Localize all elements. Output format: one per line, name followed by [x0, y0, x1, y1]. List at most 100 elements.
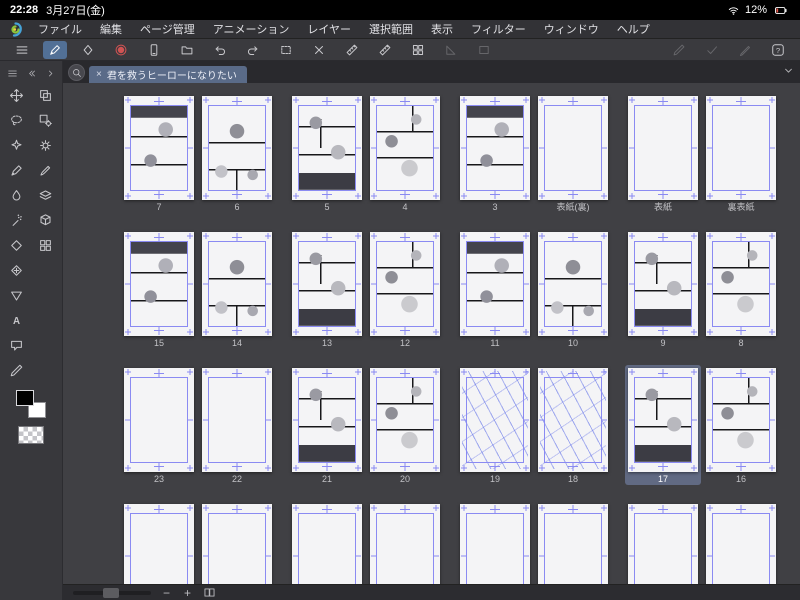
page-thumbnail[interactable]: [124, 368, 194, 472]
page-thumbnail[interactable]: [628, 368, 698, 472]
page-thumbnail[interactable]: [370, 232, 440, 336]
page-thumbnail[interactable]: [460, 232, 530, 336]
quick-access-button[interactable]: [68, 64, 85, 81]
page-thumbnail[interactable]: [460, 504, 530, 584]
frame-button[interactable]: [472, 41, 496, 59]
decoration-button[interactable]: [3, 260, 30, 280]
menu-item[interactable]: フィルター: [462, 21, 535, 37]
menu-item[interactable]: 表示: [422, 21, 462, 37]
page-cell-5[interactable]: 5: [289, 93, 365, 213]
figure-button[interactable]: [3, 285, 30, 305]
page-cell-13[interactable]: 13: [289, 229, 365, 349]
page-thumbnail[interactable]: [460, 368, 530, 472]
page-manager-canvas[interactable]: 7 6 5 4 3 表紙(裏) 表紙 裏表紙 15 14 13 12 11 10 9 8 23 22 21 20 19 1…: [63, 83, 800, 584]
page-thumbnail[interactable]: [706, 368, 776, 472]
page-thumbnail[interactable]: [706, 232, 776, 336]
stabilization-button[interactable]: [700, 41, 724, 59]
page-thumbnail[interactable]: [538, 504, 608, 584]
page-cell[interactable]: [121, 501, 197, 584]
brush-control-button[interactable]: [32, 160, 59, 180]
page-thumbnail[interactable]: [628, 504, 698, 584]
page-cell-21[interactable]: 21: [289, 365, 365, 485]
document-tab[interactable]: × 君を救うヒーローになりたい: [89, 66, 247, 83]
page-thumbnail[interactable]: [706, 96, 776, 200]
zoom-slider-handle[interactable]: [103, 587, 119, 598]
page-cell[interactable]: [457, 501, 533, 584]
timelapse-record-button[interactable]: [109, 41, 133, 59]
open-file-button[interactable]: [175, 41, 199, 59]
deselect-button[interactable]: [274, 41, 298, 59]
menu-item[interactable]: アニメーション: [204, 21, 299, 37]
page-cell-20[interactable]: 20: [367, 365, 443, 485]
page-thumbnail[interactable]: [460, 96, 530, 200]
collapse-tab-bar-button[interactable]: [782, 64, 795, 80]
page-cell-16[interactable]: 16: [703, 365, 779, 485]
page-cell-12[interactable]: 12: [367, 229, 443, 349]
page-cell-18[interactable]: 18: [535, 365, 611, 485]
current-tool-pen-button[interactable]: [43, 40, 67, 59]
page-cell-17[interactable]: 17: [625, 365, 701, 485]
collapse-palette-button[interactable]: [22, 65, 40, 81]
screen-tone-button[interactable]: [32, 235, 59, 255]
lasso-select-button[interactable]: [3, 110, 30, 130]
snap-grid-button[interactable]: [406, 41, 430, 59]
page-cell-23[interactable]: 23: [121, 365, 197, 485]
material-button[interactable]: [32, 210, 59, 230]
page-cell[interactable]: [625, 501, 701, 584]
settings-button[interactable]: [32, 135, 59, 155]
page-thumbnail[interactable]: [706, 504, 776, 584]
page-thumbnail[interactable]: [628, 96, 698, 200]
layer-list-button[interactable]: [32, 185, 59, 205]
tool-switch-button[interactable]: [76, 41, 100, 59]
zoom-out-button[interactable]: −: [161, 587, 172, 599]
line-correction-button[interactable]: [667, 41, 691, 59]
page-thumbnail[interactable]: [202, 504, 272, 584]
tool-property-button[interactable]: [32, 110, 59, 130]
page-thumbnail[interactable]: [628, 232, 698, 336]
snap-ruler-button[interactable]: [340, 41, 364, 59]
page-cell-表紙(裏)[interactable]: 表紙(裏): [535, 93, 611, 213]
spread-view-button[interactable]: [203, 586, 216, 599]
menu-item[interactable]: ウィンドウ: [535, 21, 608, 37]
clip-studio-paint-logo[interactable]: [8, 21, 23, 37]
page-thumbnail[interactable]: [538, 368, 608, 472]
menu-item[interactable]: ファイル: [29, 21, 91, 37]
page-thumbnail[interactable]: [124, 96, 194, 200]
menu-item[interactable]: ページ管理: [131, 21, 204, 37]
page-cell-10[interactable]: 10: [535, 229, 611, 349]
page-cell[interactable]: [703, 501, 779, 584]
text-button[interactable]: [3, 310, 30, 330]
page-cell[interactable]: [289, 501, 365, 584]
balloon-button[interactable]: [3, 335, 30, 355]
page-thumbnail[interactable]: [124, 232, 194, 336]
menu-item[interactable]: 選択範囲: [360, 21, 422, 37]
move-button[interactable]: [3, 85, 30, 105]
page-thumbnail[interactable]: [202, 368, 272, 472]
main-menu-button[interactable]: [10, 41, 34, 59]
page-cell-19[interactable]: 19: [457, 365, 533, 485]
menu-item[interactable]: レイヤー: [298, 21, 360, 37]
page-cell[interactable]: [199, 501, 275, 584]
page-thumbnail[interactable]: [202, 96, 272, 200]
expand-palette-button[interactable]: [41, 65, 59, 81]
page-thumbnail[interactable]: [538, 96, 608, 200]
page-cell-8[interactable]: 8: [703, 229, 779, 349]
menu-item[interactable]: 編集: [91, 21, 131, 37]
page-cell-15[interactable]: 15: [121, 229, 197, 349]
page-cell-4[interactable]: 4: [367, 93, 443, 213]
main-color-chip[interactable]: [16, 390, 34, 406]
zoom-slider[interactable]: [73, 587, 151, 598]
page-thumbnail[interactable]: [292, 368, 362, 472]
redo-button[interactable]: [241, 41, 265, 59]
pen-settings-button[interactable]: [733, 41, 757, 59]
page-thumbnail[interactable]: [370, 368, 440, 472]
transform-button[interactable]: [439, 41, 463, 59]
zoom-in-button[interactable]: +: [182, 587, 193, 599]
page-cell-14[interactable]: 14: [199, 229, 275, 349]
airbrush-button[interactable]: [3, 210, 30, 230]
page-thumbnail[interactable]: [292, 504, 362, 584]
page-cell-7[interactable]: 7: [121, 93, 197, 213]
auto-select-button[interactable]: [3, 135, 30, 155]
transparent-color-chip[interactable]: [18, 426, 44, 444]
page-cell-表紙[interactable]: 表紙: [625, 93, 701, 213]
